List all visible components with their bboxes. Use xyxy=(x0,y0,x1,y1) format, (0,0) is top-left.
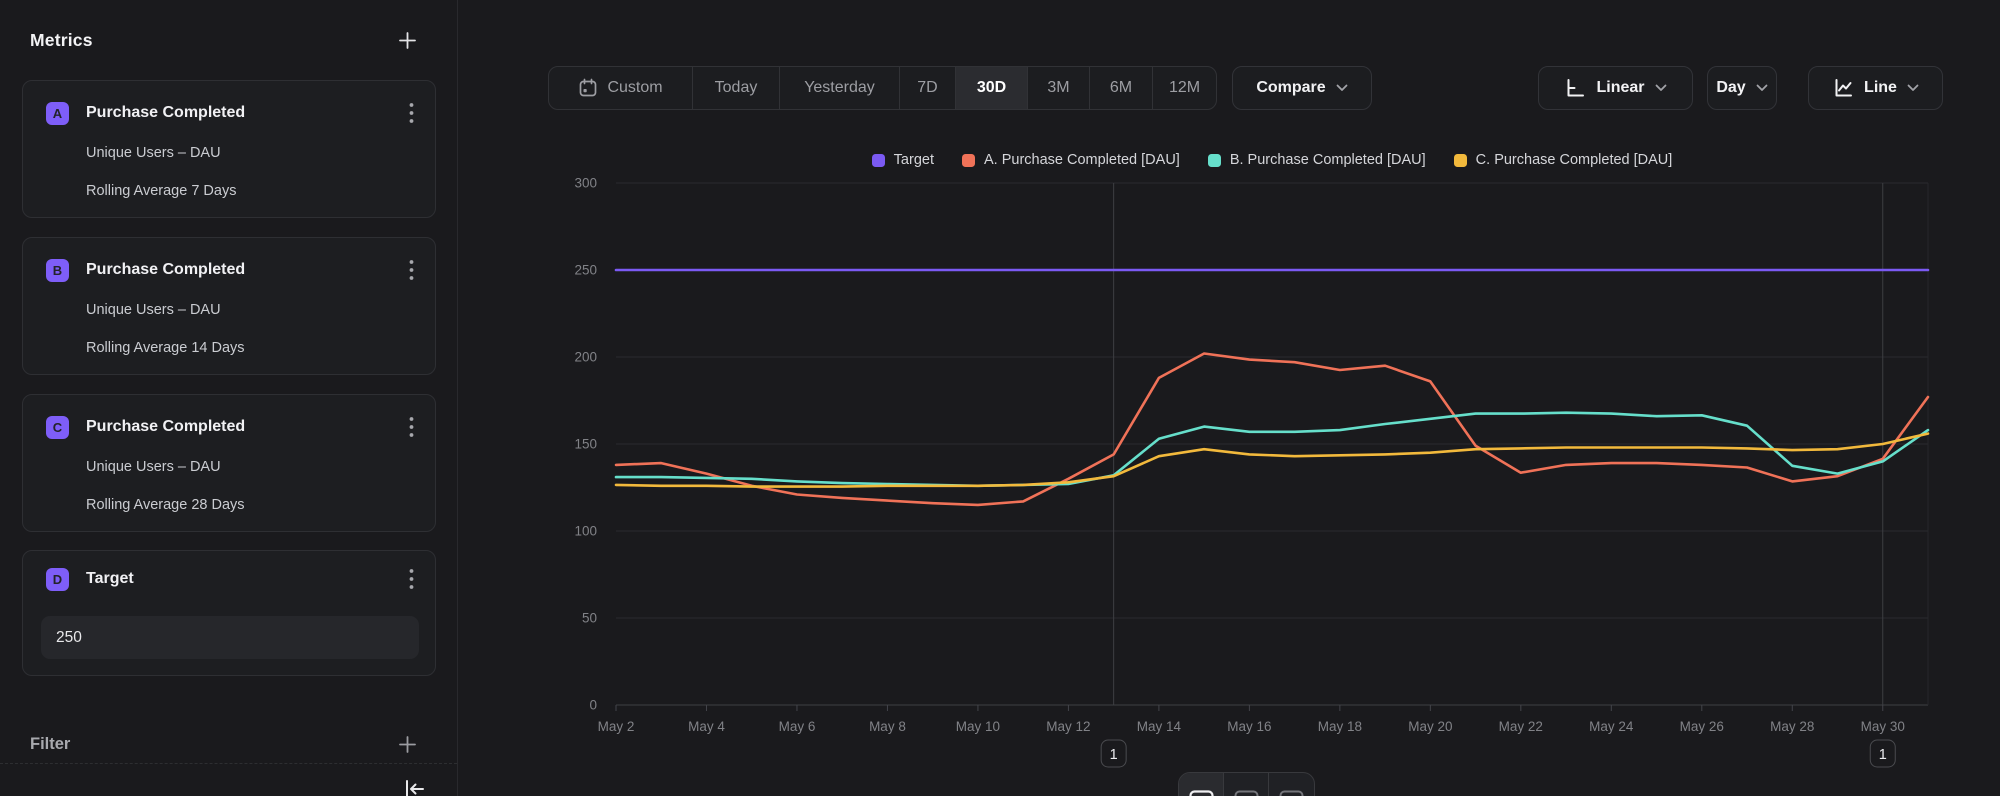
kebab-icon xyxy=(409,101,414,125)
plus-icon xyxy=(398,735,417,754)
y-axis-label: 50 xyxy=(582,611,597,626)
filter-section-header: Filter xyxy=(30,731,417,757)
metric-badge: B xyxy=(46,259,69,282)
y-axis-label: 200 xyxy=(574,350,597,365)
arrow-to-left-icon xyxy=(403,779,425,796)
kebab-icon xyxy=(409,258,414,282)
annotation-badge-label: 1 xyxy=(1110,747,1118,763)
metric-badge: D xyxy=(46,568,69,591)
y-axis-label: 100 xyxy=(574,524,597,539)
sidebar-divider xyxy=(0,763,457,764)
sidebar-title: Metrics xyxy=(30,30,93,51)
plus-icon xyxy=(398,31,417,50)
x-axis-label: May 14 xyxy=(1137,719,1182,734)
filter-title: Filter xyxy=(30,735,70,754)
x-axis-label: May 22 xyxy=(1499,719,1543,734)
metric-measure: Unique Users – DAU xyxy=(86,145,221,161)
metric-card-c[interactable]: C Purchase Completed Unique Users – DAU … xyxy=(22,394,436,532)
chart-panel: Custom Today Yesterday 7D 30D 3M 6M 12M … xyxy=(458,0,2000,796)
metric-menu-button[interactable] xyxy=(401,415,421,439)
metric-menu-button[interactable] xyxy=(401,101,421,125)
kebab-icon xyxy=(409,415,414,439)
metric-card-b[interactable]: B Purchase Completed Unique Users – DAU … xyxy=(22,237,436,375)
add-filter-button[interactable] xyxy=(398,735,417,754)
y-axis-label: 150 xyxy=(574,437,597,452)
collapse-sidebar-button[interactable] xyxy=(403,779,425,796)
metric-transform: Rolling Average 14 Days xyxy=(86,340,245,356)
x-axis-label: May 10 xyxy=(956,719,1000,734)
x-axis-label: May 6 xyxy=(779,719,816,734)
x-axis-label: May 8 xyxy=(869,719,906,734)
view-toggle-card-view[interactable] xyxy=(1179,773,1224,796)
metric-title: Purchase Completed xyxy=(86,261,245,279)
metric-title: Purchase Completed xyxy=(86,104,245,122)
x-axis-label: May 28 xyxy=(1770,719,1814,734)
target-card[interactable]: D Target xyxy=(22,550,436,676)
metric-badge: C xyxy=(46,416,69,439)
x-axis-label: May 4 xyxy=(688,719,725,734)
x-axis-label: May 26 xyxy=(1680,719,1724,734)
view-toggle-board-view[interactable] xyxy=(1269,773,1314,796)
metric-transform: Rolling Average 28 Days xyxy=(86,497,245,513)
x-axis-label: May 20 xyxy=(1408,719,1452,734)
y-axis-label: 0 xyxy=(589,698,597,713)
kebab-icon xyxy=(409,567,414,591)
metric-measure: Unique Users – DAU xyxy=(86,302,221,318)
metric-menu-button[interactable] xyxy=(401,258,421,282)
metric-measure: Unique Users – DAU xyxy=(86,459,221,475)
series-line-c[interactable] xyxy=(616,434,1928,487)
y-axis-label: 250 xyxy=(574,263,597,278)
metric-card-a[interactable]: A Purchase Completed Unique Users – DAU … xyxy=(22,80,436,218)
metric-transform: Rolling Average 7 Days xyxy=(86,183,236,199)
table-view-icon xyxy=(1234,790,1259,796)
target-value-input[interactable] xyxy=(41,616,419,659)
metric-title: Purchase Completed xyxy=(86,418,245,436)
x-axis-label: May 24 xyxy=(1589,719,1634,734)
y-axis-label: 300 xyxy=(574,176,597,191)
target-menu-button[interactable] xyxy=(401,567,421,591)
metric-badge: A xyxy=(46,102,69,125)
metrics-line-chart: 0 50 100 150 200 250 300 May 2 May 4 May 6 May 8 Ma… xyxy=(458,0,2000,796)
x-axis-label: May 12 xyxy=(1046,719,1090,734)
sidebar-header: Metrics xyxy=(30,26,417,54)
metrics-sidebar: Metrics A Purchase Completed Unique User… xyxy=(0,0,458,796)
x-axis-label: May 2 xyxy=(598,719,635,734)
board-view-icon xyxy=(1279,790,1304,796)
view-toggle xyxy=(1178,772,1315,796)
x-axis-label: May 18 xyxy=(1318,719,1362,734)
target-title: Target xyxy=(86,570,134,588)
add-metric-button[interactable] xyxy=(398,31,417,50)
card-view-icon xyxy=(1189,790,1214,796)
view-toggle-table-view[interactable] xyxy=(1224,773,1269,796)
annotation-badge-label: 1 xyxy=(1879,747,1887,763)
x-axis-label: May 16 xyxy=(1227,719,1271,734)
x-axis-label: May 30 xyxy=(1861,719,1905,734)
